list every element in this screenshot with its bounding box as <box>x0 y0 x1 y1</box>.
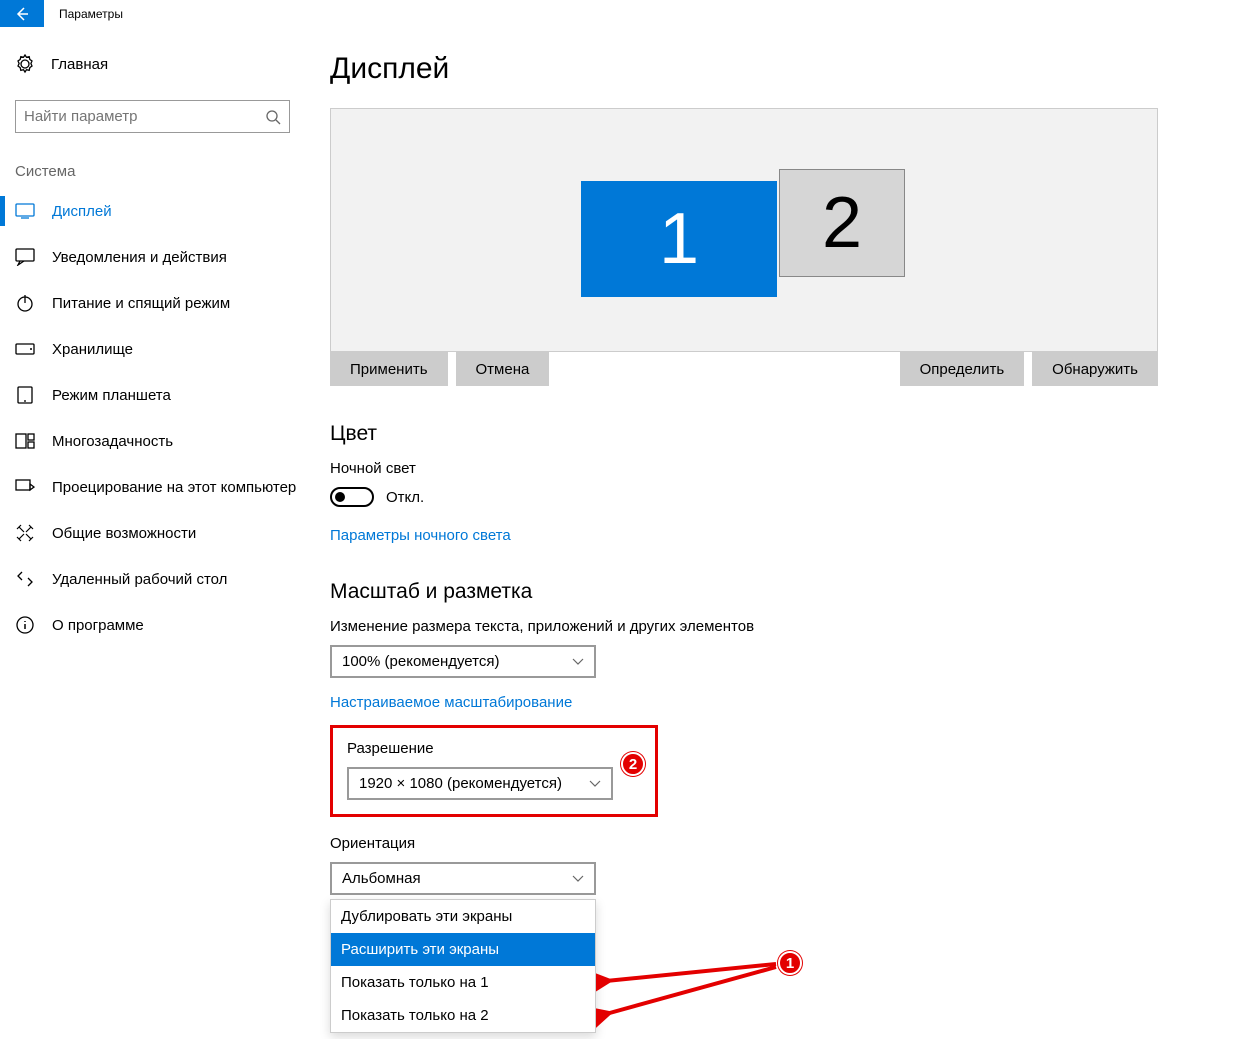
monitor-1[interactable]: 1 <box>581 181 777 297</box>
remote-icon <box>15 569 35 589</box>
sidebar-item-projecting[interactable]: Проецирование на этот компьютер <box>15 464 300 510</box>
sidebar-item-power[interactable]: Питание и спящий режим <box>15 280 300 326</box>
night-light-state: Откл. <box>386 489 424 506</box>
chevron-down-icon <box>589 780 601 788</box>
info-icon <box>15 615 35 635</box>
sidebar-item-remote[interactable]: Удаленный рабочий стол <box>15 556 300 602</box>
search-box[interactable] <box>15 100 290 133</box>
search-icon <box>265 109 281 125</box>
sidebar-item-notifications[interactable]: Уведомления и действия <box>15 234 300 280</box>
monitor-2[interactable]: 2 <box>779 169 905 277</box>
sidebar-item-storage[interactable]: Хранилище <box>15 326 300 372</box>
scale-heading: Масштаб и разметка <box>330 580 1208 604</box>
scale-label: Изменение размера текста, приложений и д… <box>330 618 1208 635</box>
sidebar-item-about[interactable]: О программе <box>15 602 300 648</box>
annotation-badge-1: 1 <box>778 951 802 975</box>
cancel-button[interactable]: Отмена <box>456 352 550 386</box>
page-title: Дисплей <box>330 52 1208 86</box>
shared-icon <box>15 523 35 543</box>
project-icon <box>15 477 35 497</box>
custom-scaling-link[interactable]: Настраиваемое масштабирование <box>330 694 1208 711</box>
dropdown-item-show-1[interactable]: Показать только на 1 <box>331 966 595 999</box>
chevron-down-icon <box>572 875 584 883</box>
sidebar-item-display[interactable]: Дисплей <box>15 188 300 234</box>
sidebar-item-label: Проецирование на этот компьютер <box>52 479 296 496</box>
sidebar-item-label: Хранилище <box>52 341 133 358</box>
display-action-row: Применить Отмена Определить Обнаружить <box>330 352 1158 386</box>
sidebar-item-multitask[interactable]: Многозадачность <box>15 418 300 464</box>
scale-combo[interactable]: 100% (рекомендуется) <box>330 645 596 678</box>
dropdown-item-extend[interactable]: Расширить эти экраны <box>331 933 595 966</box>
color-heading: Цвет <box>330 422 1208 446</box>
night-light-label: Ночной свет <box>330 460 1208 477</box>
identify-button[interactable]: Определить <box>900 352 1025 386</box>
dropdown-item-show-2[interactable]: Показать только на 2 <box>331 999 595 1032</box>
sidebar-item-tablet[interactable]: Режим планшета <box>15 372 300 418</box>
night-light-link[interactable]: Параметры ночного света <box>330 527 1208 544</box>
resolution-label: Разрешение <box>347 740 641 757</box>
resolution-combo[interactable]: 1920 × 1080 (рекомендуется) <box>347 767 613 800</box>
sidebar-item-label: Режим планшета <box>52 387 171 404</box>
sidebar-item-label: Дисплей <box>52 203 112 220</box>
sidebar-item-label: Общие возможности <box>52 525 196 542</box>
home-label: Главная <box>51 56 108 73</box>
annotation-arrows <box>596 939 796 1039</box>
multitask-icon <box>15 431 35 451</box>
night-light-toggle[interactable] <box>330 487 374 507</box>
display-arrangement[interactable]: 1 2 <box>330 108 1158 352</box>
sidebar: Главная Система Дисплей Уведомления и де… <box>0 27 300 1033</box>
multi-display-dropdown[interactable]: Дублировать эти экраны Расширить эти экр… <box>330 899 596 1033</box>
power-icon <box>15 293 35 313</box>
search-input[interactable] <box>24 108 265 125</box>
sidebar-item-shared[interactable]: Общие возможности <box>15 510 300 556</box>
sidebar-item-label: Многозадачность <box>52 433 173 450</box>
titlebar: Параметры <box>0 0 1248 27</box>
apply-button[interactable]: Применить <box>330 352 448 386</box>
window-title: Параметры <box>59 7 123 21</box>
scale-value: 100% (рекомендуется) <box>342 653 499 670</box>
gear-icon <box>15 54 35 74</box>
detect-button[interactable]: Обнаружить <box>1032 352 1158 386</box>
orientation-label: Ориентация <box>330 835 1208 852</box>
home-nav[interactable]: Главная <box>15 42 300 86</box>
dropdown-item-duplicate[interactable]: Дублировать эти экраны <box>331 900 595 933</box>
resolution-value: 1920 × 1080 (рекомендуется) <box>359 775 562 792</box>
orientation-value: Альбомная <box>342 870 421 887</box>
monitor-icon <box>15 201 35 221</box>
annotation-badge-2: 2 <box>621 752 645 776</box>
main-content: Дисплей 1 2 Применить Отмена Определить … <box>300 27 1248 1033</box>
tablet-icon <box>15 385 35 405</box>
back-button[interactable] <box>0 0 44 27</box>
drive-icon <box>15 339 35 359</box>
sidebar-item-label: О программе <box>52 617 144 634</box>
annotation-highlight-resolution: Разрешение 1920 × 1080 (рекомендуется) 2 <box>330 725 658 817</box>
chevron-down-icon <box>572 658 584 666</box>
orientation-combo[interactable]: Альбомная <box>330 862 596 895</box>
sidebar-item-label: Питание и спящий режим <box>52 295 230 312</box>
sidebar-item-label: Уведомления и действия <box>52 249 227 266</box>
arrow-left-icon <box>14 6 30 22</box>
message-icon <box>15 247 35 267</box>
sidebar-item-label: Удаленный рабочий стол <box>52 571 227 588</box>
sidebar-section-label: Система <box>15 163 300 180</box>
